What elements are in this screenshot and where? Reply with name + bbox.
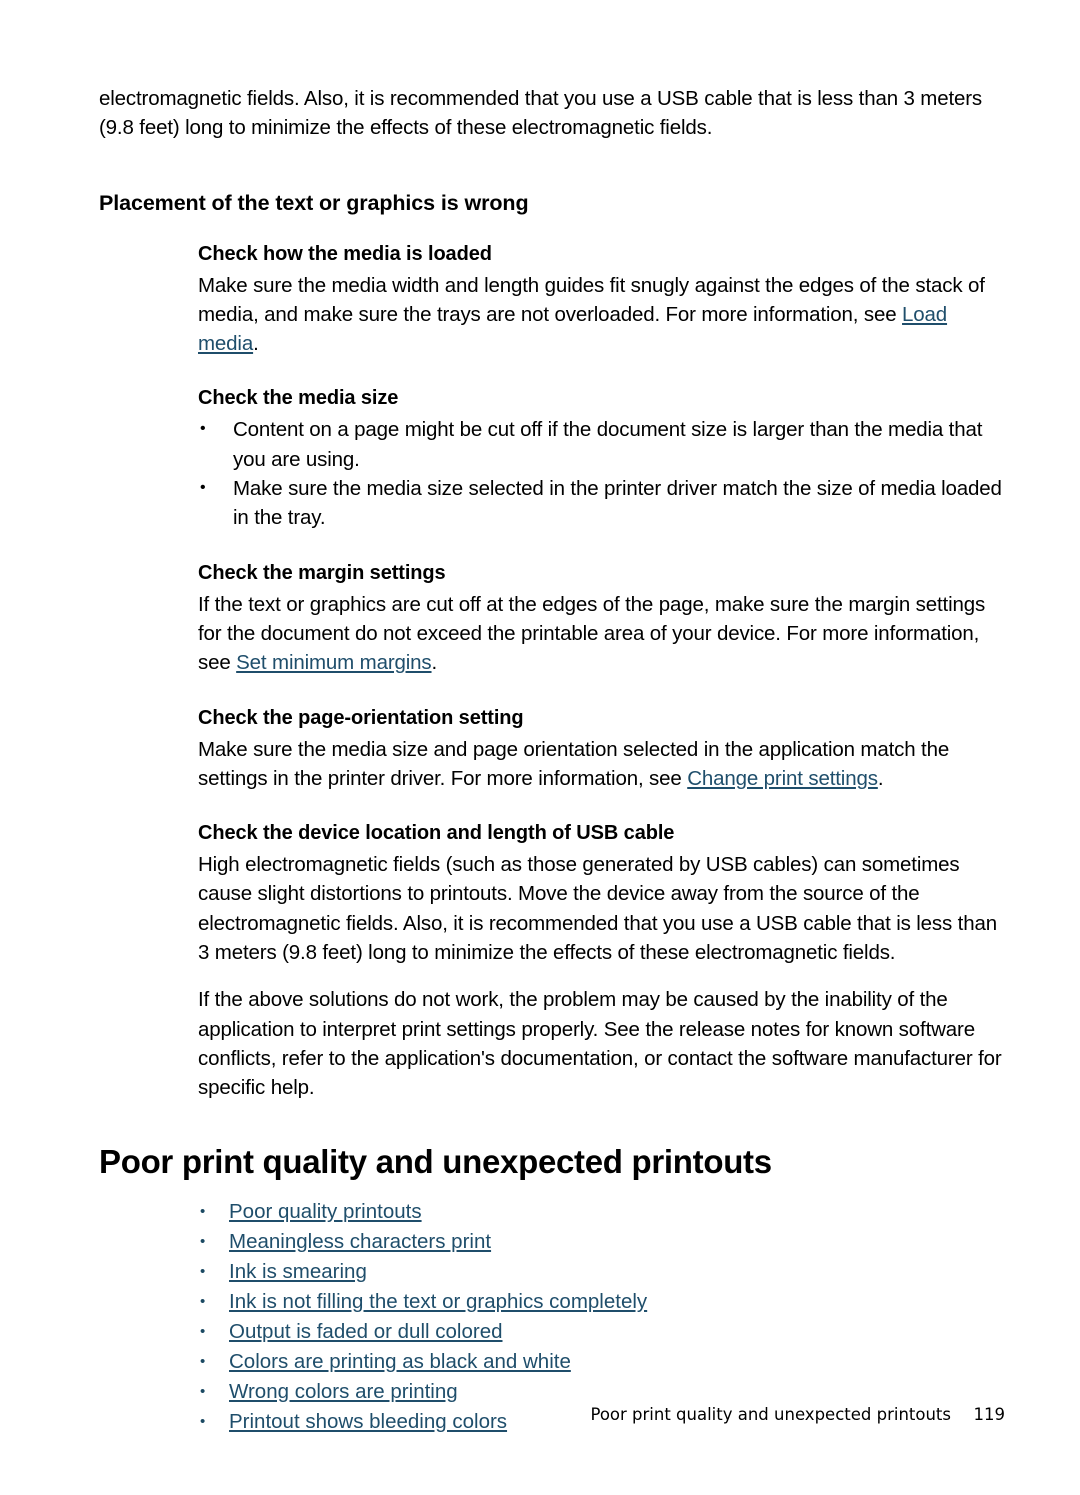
list-item: Wrong colors are printing <box>198 1377 1005 1407</box>
list-item: Ink is not filling the text or graphics … <box>198 1287 1005 1317</box>
paragraph-check-page-orientation: Make sure the media size and page orient… <box>198 735 1005 794</box>
list-item: Poor quality printouts <box>198 1197 1005 1227</box>
page-title: Poor print quality and unexpected printo… <box>99 1142 772 1180</box>
paragraph-text-tail: . <box>877 766 884 790</box>
link-poor-quality-printouts[interactable]: Poor quality printouts <box>229 1200 422 1223</box>
paragraph-check-device-location: High electromagnetic fields (such as tho… <box>198 853 997 965</box>
paragraph-text: Make sure the media width and length gui… <box>198 273 985 326</box>
link-output-faded-or-dull-colored[interactable]: Output is faded or dull colored <box>229 1320 503 1343</box>
subheading-check-media-size: Check the media size <box>198 387 399 410</box>
link-set-minimum-margins[interactable]: Set minimum margins <box>236 651 432 674</box>
link-wrong-colors-are-printing[interactable]: Wrong colors are printing <box>229 1380 458 1403</box>
intro-paragraph: electromagnetic fields. Also, it is reco… <box>99 87 983 140</box>
page-footer: Poor print quality and unexpected printo… <box>99 1404 1005 1426</box>
list-item: Output is faded or dull colored <box>198 1317 1005 1347</box>
paragraph-check-margin-settings: If the text or graphics are cut off at t… <box>198 590 1005 678</box>
poor-print-links-wrapper: Poor quality printouts Meaningless chara… <box>198 1197 1005 1437</box>
link-ink-not-filling-text-or-graphics[interactable]: Ink is not filling the text or graphics … <box>229 1290 647 1313</box>
list-item: Meaningless characters print <box>198 1227 1005 1257</box>
list-item: Make sure the media size selected in the… <box>198 473 1005 533</box>
subheading-check-margin-settings: Check the margin settings <box>198 561 446 584</box>
list-item: Content on a page might be cut off if th… <box>198 414 1005 474</box>
list-check-media-size: Content on a page might be cut off if th… <box>198 414 1005 533</box>
link-ink-is-smearing[interactable]: Ink is smearing <box>229 1260 367 1283</box>
page-content: electromagnetic fields. Also, it is reco… <box>99 84 1005 1437</box>
link-colors-printing-as-black-and-white[interactable]: Colors are printing as black and white <box>229 1350 571 1373</box>
link-meaningless-characters-print[interactable]: Meaningless characters print <box>229 1230 491 1253</box>
placement-section-body: Check how the media is loaded Make sure … <box>198 241 1005 1103</box>
link-change-print-settings[interactable]: Change print settings <box>687 767 878 790</box>
subheading-check-media-loaded: Check how the media is loaded <box>198 242 492 265</box>
footer-page-number: 119 <box>973 1405 1006 1424</box>
paragraph-check-media-loaded: Make sure the media width and length gui… <box>198 271 1005 359</box>
list-poor-print-topics: Poor quality printouts Meaningless chara… <box>198 1197 1005 1437</box>
subheading-check-device-location: Check the device location and length of … <box>198 822 675 845</box>
paragraph-text-tail: . <box>431 651 438 675</box>
footer-running-title: Poor print quality and unexpected printo… <box>590 1405 951 1424</box>
list-item: Colors are printing as black and white <box>198 1347 1005 1377</box>
section-heading-placement: Placement of the text or graphics is wro… <box>99 190 529 215</box>
subheading-check-page-orientation: Check the page-orientation setting <box>198 706 524 729</box>
list-item: Ink is smearing <box>198 1257 1005 1287</box>
document-page: electromagnetic fields. Also, it is reco… <box>0 0 1080 1495</box>
paragraph-text-tail: . <box>253 332 259 356</box>
paragraph-above-solutions: If the above solutions do not work, the … <box>198 988 1002 1100</box>
